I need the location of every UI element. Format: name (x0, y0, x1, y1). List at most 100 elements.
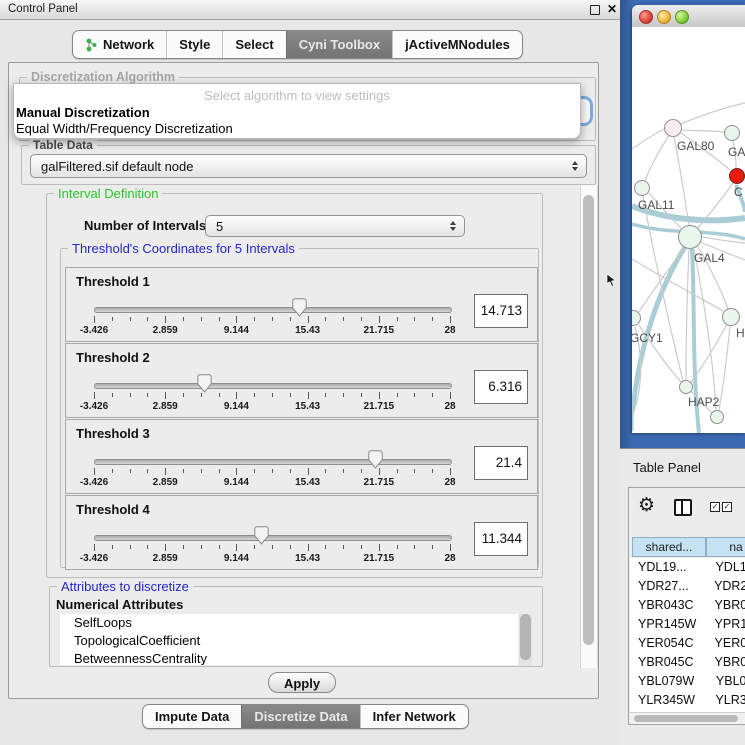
table-panel: Table Panel ⚙ ✓ ✓ shared...na YDL19...YD… (620, 448, 745, 745)
table-data-value: galFiltered.sif default node (41, 159, 193, 174)
slider-thumb[interactable] (254, 526, 269, 545)
slider-track[interactable] (94, 383, 452, 389)
tab-label: Impute Data (155, 709, 229, 724)
algorithm-option-manual[interactable]: Manual Discretization (16, 105, 150, 120)
number-of-intervals-combobox[interactable]: 5 (205, 215, 465, 237)
table-row[interactable]: YLR345WYLR3 (630, 691, 745, 710)
table-row[interactable]: YBL079WYBL0 (630, 672, 745, 691)
algorithm-dropdown-popup: Select algorithm to view settings Manual… (13, 83, 581, 139)
tab-label: Network (103, 37, 154, 52)
numerical-attributes-list[interactable]: SelfLoopsTopologicalCoefficientBetweenne… (60, 614, 518, 665)
scrollbar-thumb[interactable] (583, 195, 594, 645)
tab-discretize-data[interactable]: Discretize Data (241, 705, 359, 728)
threshold-label: Threshold 3 (76, 426, 150, 441)
network-node-gal11[interactable] (634, 180, 650, 196)
threshold-label: Threshold 4 (76, 502, 150, 517)
slider-thumb[interactable] (368, 450, 383, 469)
table-row[interactable]: YDR27...YDR2 (630, 577, 745, 596)
tick-mark (130, 317, 131, 321)
column-header-2[interactable]: na (706, 537, 745, 557)
attribute-list-item[interactable]: TopologicalCoefficient (60, 632, 518, 650)
network-node-hap2[interactable] (679, 380, 693, 394)
cell-shared-name: YLR345W (630, 691, 715, 710)
column-header-1[interactable]: shared... (632, 537, 706, 557)
network-node-gal4[interactable] (678, 225, 702, 249)
tick-label: 21.715 (364, 401, 395, 412)
tick-mark (201, 317, 202, 321)
tick-mark (379, 392, 380, 399)
checkbox-icon[interactable]: ✓ (722, 502, 732, 512)
tick-mark (94, 468, 95, 475)
tick-mark (397, 469, 398, 473)
gear-icon[interactable]: ⚙ (638, 494, 655, 516)
tab-network[interactable]: Network (73, 31, 166, 58)
threshold-value-field[interactable]: 21.4 (474, 446, 528, 480)
tick-label: -3.426 (80, 553, 108, 564)
network-canvas[interactable]: GAL80GACGAL11GAL4GCY1HHAP2 (632, 27, 745, 433)
table-row[interactable]: YDL19...YDL1 (630, 558, 745, 577)
threshold-value-field[interactable]: 11.344 (474, 522, 528, 556)
traffic-minimize-icon[interactable] (657, 10, 671, 24)
tick-mark (147, 545, 148, 549)
network-node[interactable] (710, 410, 724, 424)
tick-mark (236, 392, 237, 399)
slider-track[interactable] (94, 459, 452, 465)
scrollbar-thumb[interactable] (634, 715, 738, 722)
attribute-list-item[interactable]: BetweennessCentrality (60, 650, 518, 665)
tick-mark (450, 316, 451, 323)
tab-infer-network[interactable]: Infer Network (360, 705, 468, 728)
table-row[interactable]: YBR045CYBR0 (630, 653, 745, 672)
tab-jactivemnodules[interactable]: jActiveMNodules (392, 31, 522, 58)
scrollbar-thumb[interactable] (520, 614, 531, 660)
threshold-value-field[interactable]: 14.713 (474, 294, 528, 328)
attributes-group: Attributes to discretize Numerical Attri… (49, 586, 543, 667)
algorithm-option-equal-width[interactable]: Equal Width/Frequency Discretization (16, 121, 233, 136)
tick-mark (219, 317, 220, 321)
mouse-cursor (606, 274, 618, 287)
table-row[interactable]: YER054CYER0 (630, 634, 745, 653)
tab-impute-data[interactable]: Impute Data (143, 705, 241, 728)
bottom-tabbar: Impute Data Discretize DataInfer Network (142, 704, 469, 729)
top-tabbar: Network StyleSelectCyni ToolboxjActiveMNo… (72, 30, 523, 59)
panel-vertical-scrollbar[interactable] (580, 185, 598, 668)
slider-thumb[interactable] (197, 374, 212, 393)
table-row[interactable]: YPR145WYPR1 (630, 615, 745, 634)
traffic-close-icon[interactable] (639, 10, 653, 24)
tick-mark (361, 317, 362, 321)
table-row[interactable]: YBR043CYBR0 (630, 596, 745, 615)
tab-cyni-toolbox[interactable]: Cyni Toolbox (286, 31, 392, 58)
network-node-ga[interactable] (724, 125, 740, 141)
tab-style[interactable]: Style (166, 31, 222, 58)
table-horizontal-scrollbar[interactable] (630, 712, 745, 724)
columns-icon[interactable] (674, 499, 692, 516)
tab-select[interactable]: Select (222, 31, 285, 58)
slider-track[interactable] (94, 307, 452, 313)
interval-definition-group: Interval Definition Number of Intervals … (46, 193, 543, 578)
close-icon[interactable]: ✕ (607, 0, 617, 19)
tick-mark (397, 317, 398, 321)
network-node-c[interactable] (729, 168, 745, 184)
attributes-list-scrollbar[interactable] (519, 614, 532, 665)
threshold-value-field[interactable]: 6.316 (474, 370, 528, 404)
tick-mark (379, 544, 380, 551)
threshold-1-box: Threshold 1-3.4262.8599.14415.4321.71528… (65, 267, 538, 342)
attribute-list-item[interactable]: SelfLoops (60, 614, 518, 632)
traffic-zoom-icon[interactable] (675, 10, 689, 24)
cell-name: YBR0 (715, 596, 745, 615)
float-window-icon[interactable] (590, 5, 600, 15)
cell-shared-name: YBR043C (630, 596, 715, 615)
tick-mark (183, 469, 184, 473)
table-data-combobox[interactable]: galFiltered.sif default node (30, 154, 587, 178)
attributes-group-label: Attributes to discretize (57, 579, 193, 594)
network-node-h[interactable] (722, 308, 740, 326)
tick-mark (254, 469, 255, 473)
slider-track[interactable] (94, 535, 452, 541)
apply-button[interactable]: Apply (268, 672, 336, 693)
tick-mark (397, 545, 398, 549)
network-node-gal80[interactable] (664, 119, 682, 137)
tick-mark (414, 545, 415, 549)
tick-label: 9.144 (224, 325, 249, 336)
slider-thumb[interactable] (292, 298, 307, 317)
tick-mark (183, 393, 184, 397)
checkbox-icon[interactable]: ✓ (710, 502, 720, 512)
